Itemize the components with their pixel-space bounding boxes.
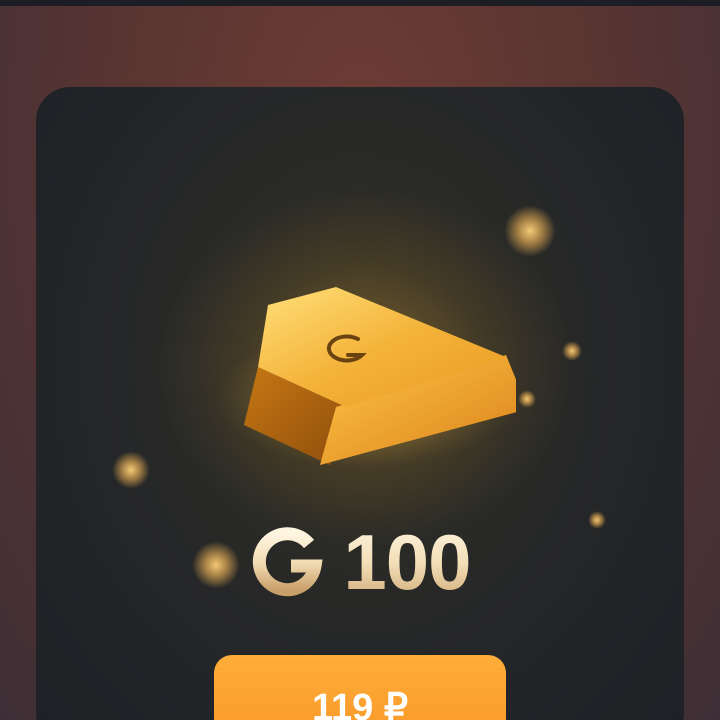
product-amount: 100	[36, 517, 684, 607]
sparkle	[562, 341, 582, 361]
buy-button[interactable]: 119 ₽	[214, 655, 506, 720]
sparkle	[112, 451, 150, 489]
g-coin-icon	[253, 527, 324, 597]
amount-value: 100	[343, 517, 471, 606]
sparkle	[518, 390, 536, 408]
price-label: 119 ₽	[311, 687, 409, 720]
sparkle	[504, 205, 556, 257]
top-bar	[0, 0, 720, 6]
gold-bar-icon	[216, 287, 516, 467]
product-card[interactable]: 100 119 ₽	[36, 87, 684, 720]
